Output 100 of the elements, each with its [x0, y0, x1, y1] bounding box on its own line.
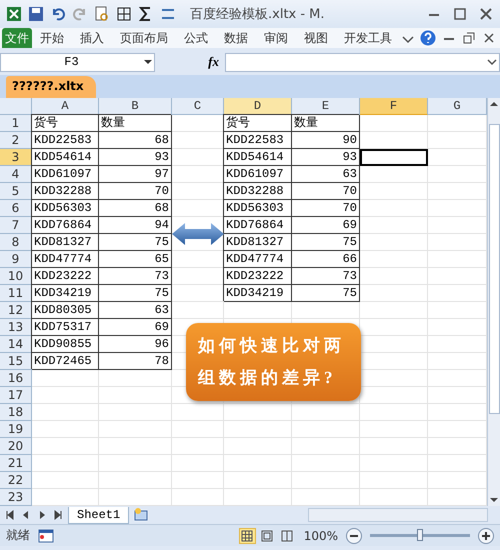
ribbon-tab[interactable]: 插入: [72, 28, 112, 48]
table-cell: KDD32288: [224, 183, 292, 200]
row-header[interactable]: 18: [0, 404, 32, 421]
excel-icon: [6, 6, 22, 22]
row-header[interactable]: 15: [0, 353, 32, 370]
last-sheet-icon[interactable]: [52, 509, 64, 521]
table-cell: KDD22583: [32, 132, 99, 149]
first-sheet-icon[interactable]: [4, 509, 16, 521]
table-cell: 75: [99, 285, 172, 302]
normal-view-button[interactable]: [238, 528, 256, 544]
row-header[interactable]: 22: [0, 472, 32, 489]
table-cell: KDD61097: [32, 166, 99, 183]
row-header[interactable]: 13: [0, 319, 32, 336]
column-header[interactable]: E: [292, 98, 360, 115]
table-cell: 96: [99, 336, 172, 353]
save-icon[interactable]: [28, 6, 44, 22]
maximize-icon[interactable]: [452, 6, 468, 22]
column-header[interactable]: A: [32, 98, 99, 115]
table-cell: KDD56303: [32, 200, 99, 217]
zoom-level[interactable]: 100%: [304, 528, 338, 542]
table-cell: 94: [99, 217, 172, 234]
plus-icon: [482, 532, 490, 540]
table-cell: 75: [292, 234, 360, 251]
table-cell: 90: [292, 132, 360, 149]
row-header[interactable]: 5: [0, 183, 32, 200]
table-cell: KDD34219: [32, 285, 99, 302]
table-cell: KDD22583: [224, 132, 292, 149]
row-header[interactable]: 6: [0, 200, 32, 217]
table-cell: 78: [99, 353, 172, 370]
file-tab[interactable]: 文件: [2, 28, 32, 48]
table-cell: KDD47774: [224, 251, 292, 268]
table-cell: 65: [99, 251, 172, 268]
table-cell: 70: [292, 200, 360, 217]
table-cell: KDD80305: [32, 302, 99, 319]
column-header[interactable]: D: [224, 98, 292, 115]
formula-input[interactable]: [225, 52, 500, 72]
column-header[interactable]: C: [172, 98, 224, 115]
table-cell: 73: [292, 268, 360, 285]
table-cell: KDD61097: [224, 166, 292, 183]
close-icon[interactable]: [478, 6, 494, 22]
table-cell: KDD56303: [224, 200, 292, 217]
name-box[interactable]: F3: [0, 52, 155, 72]
sheet-tab[interactable]: Sheet1: [68, 506, 130, 524]
row-header[interactable]: 16: [0, 370, 32, 387]
row-header[interactable]: 3: [0, 149, 32, 166]
insert-function-button[interactable]: fx: [155, 54, 225, 70]
ribbon-tab[interactable]: 审阅: [256, 28, 296, 48]
row-header[interactable]: 7: [0, 217, 32, 234]
row-header[interactable]: 12: [0, 302, 32, 319]
restore-icon[interactable]: [462, 31, 476, 45]
column-header[interactable]: F: [360, 98, 428, 115]
table-cell: 73: [99, 268, 172, 285]
row-header[interactable]: 14: [0, 336, 32, 353]
insert-sheet-icon[interactable]: [133, 507, 150, 523]
row-header[interactable]: 10: [0, 268, 32, 285]
table-cell: KDD81327: [224, 234, 292, 251]
row-header[interactable]: 19: [0, 421, 32, 438]
ribbon-tab[interactable]: 开始: [32, 28, 72, 48]
row-header[interactable]: 11: [0, 285, 32, 302]
row-header[interactable]: 20: [0, 438, 32, 455]
print-preview-icon[interactable]: [94, 6, 110, 22]
ribbon-tab[interactable]: 页面布局: [112, 28, 176, 48]
zoom-out-button[interactable]: [346, 528, 362, 544]
row-header[interactable]: 9: [0, 251, 32, 268]
horizontal-scrollbar[interactable]: [308, 508, 488, 522]
workbook-tab[interactable]: ??????.xltx: [6, 76, 96, 98]
table-cell: KDD72465: [32, 353, 99, 370]
table-cell: KDD23222: [32, 268, 99, 285]
row-header[interactable]: 17: [0, 387, 32, 404]
macro-record-icon[interactable]: [38, 528, 54, 544]
table-cell: 66: [292, 251, 360, 268]
zoom-in-button[interactable]: [478, 528, 494, 544]
row-header[interactable]: 8: [0, 234, 32, 251]
row-header[interactable]: 21: [0, 455, 32, 472]
ribbon-tab[interactable]: 开发工具: [336, 28, 400, 48]
table-cell: 货号: [224, 115, 292, 132]
zoom-slider-thumb[interactable]: [417, 529, 423, 541]
table-cell: 93: [99, 149, 172, 166]
table-cell: KDD76864: [224, 217, 292, 234]
ribbon-tab[interactable]: 数据: [216, 28, 256, 48]
ribbon-tab[interactable]: 公式: [176, 28, 216, 48]
align-icon[interactable]: [160, 6, 176, 22]
grid-icon[interactable]: [116, 6, 132, 22]
row-header[interactable]: 4: [0, 166, 32, 183]
active-cell[interactable]: [360, 149, 428, 166]
column-header[interactable]: B: [99, 98, 172, 115]
help-icon[interactable]: [420, 30, 436, 46]
table-cell: KDD76864: [32, 217, 99, 234]
table-cell: 货号: [32, 115, 99, 132]
ribbon-tab[interactable]: 视图: [296, 28, 336, 48]
table-cell: KDD47774: [32, 251, 99, 268]
undo-icon[interactable]: [50, 6, 66, 22]
window-title: 百度经验模板.xltx - M.: [190, 6, 325, 23]
column-header[interactable]: G: [428, 98, 487, 115]
row-header[interactable]: 1: [0, 115, 32, 132]
row-header[interactable]: 23: [0, 489, 32, 506]
scrollbar-thumb[interactable]: [488, 124, 500, 414]
table-cell: KDD23222: [224, 268, 292, 285]
close-icon[interactable]: [482, 31, 496, 45]
row-header[interactable]: 2: [0, 132, 32, 149]
